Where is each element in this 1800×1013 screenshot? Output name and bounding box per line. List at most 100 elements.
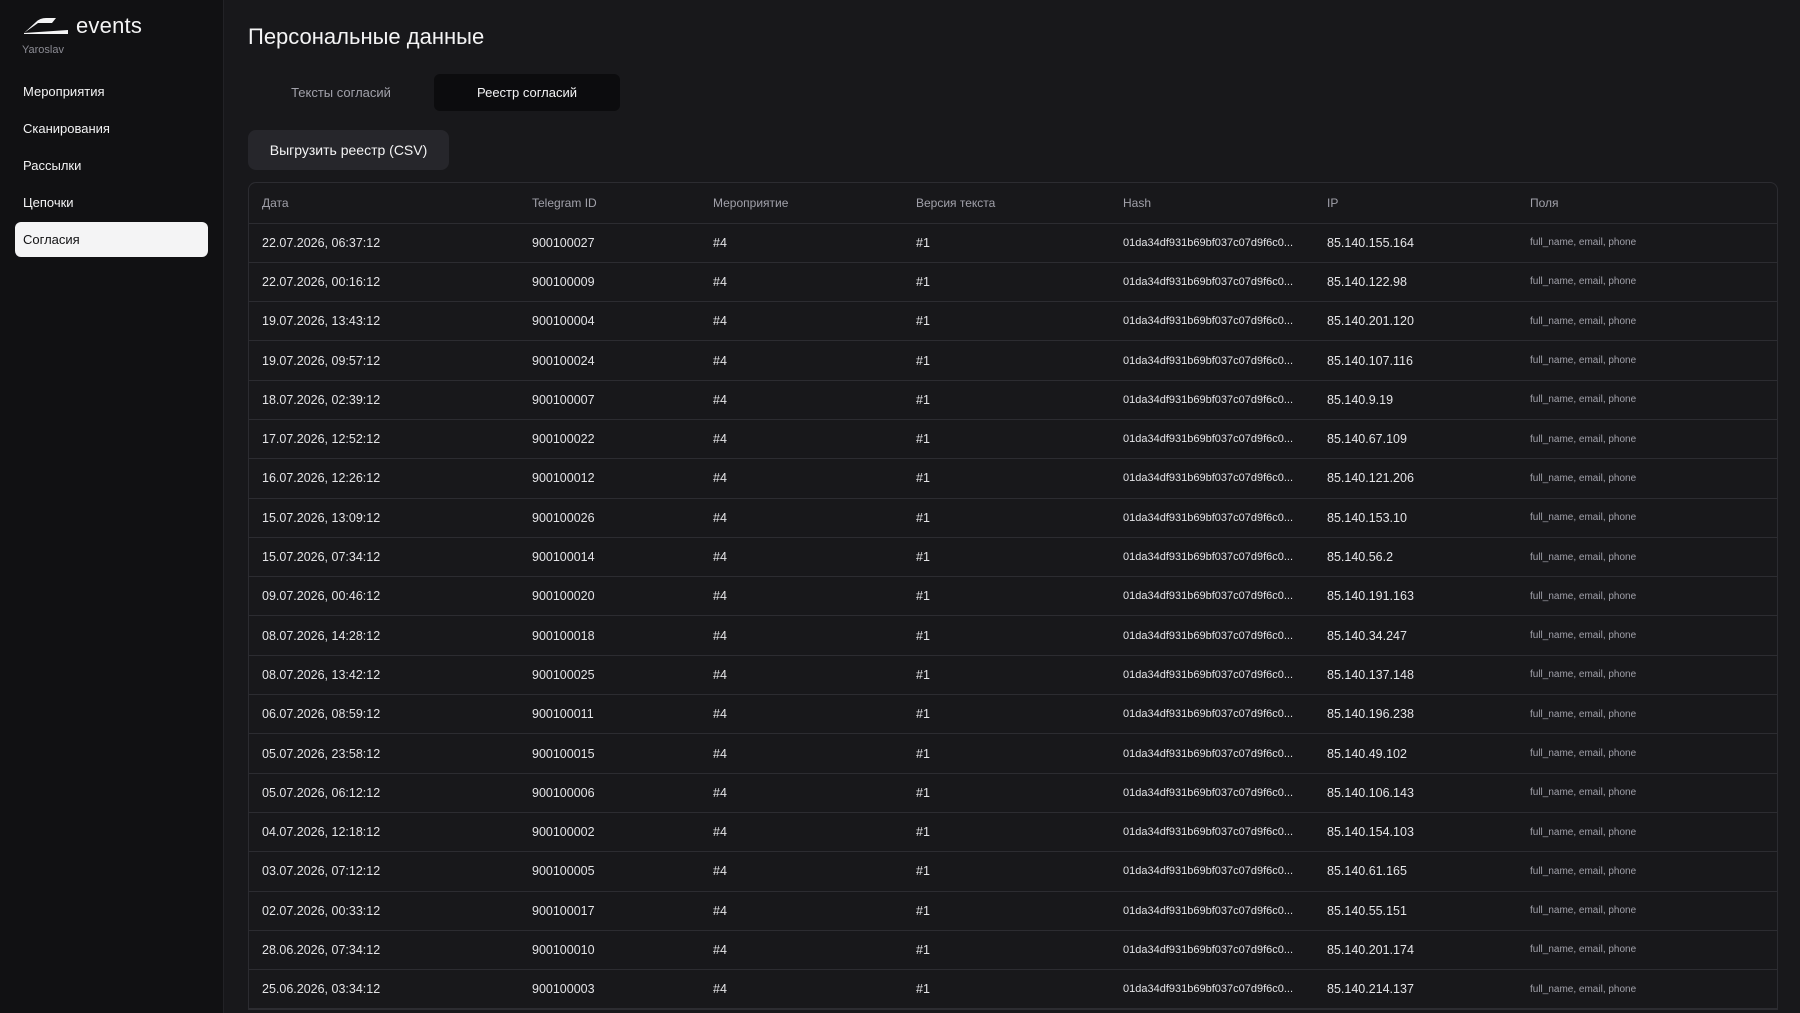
sidebar-item-mailings[interactable]: Рассылки [15, 148, 208, 183]
cell-event: #4 [700, 223, 903, 263]
tab-consent-texts[interactable]: Тексты согласий [248, 74, 434, 111]
table-row[interactable]: 16.07.2026, 12:26:12 900100012 #4 #1 01da34d… [249, 458, 1777, 499]
cell-ip: 85.140.9.19 [1314, 380, 1517, 420]
cell-event: #4 [700, 930, 903, 971]
table-row[interactable]: 09.07.2026, 00:46:12 900100020 #4 #1 01da34d… [249, 576, 1777, 617]
sidebar-item-consents[interactable]: Согласия [15, 222, 208, 257]
cell-text-version: #1 [903, 969, 1110, 1010]
cell-hash: 01da34df931b69bf037c07d9f6c0... [1110, 773, 1314, 813]
table-row[interactable]: 18.07.2026, 02:39:12 900100007 #4 #1 01da34d… [249, 380, 1777, 420]
table-row[interactable]: 03.07.2026, 07:12:12 900100005 #4 #1 01da34d… [249, 851, 1777, 892]
table-row[interactable]: 25.06.2026, 03:34:12 900100003 #4 #1 01da34d… [249, 969, 1777, 1010]
cell-telegram-id: 900100018 [519, 615, 700, 656]
cell-date: 18.07.2026, 02:39:12 [249, 380, 519, 420]
cell-hash: 01da34df931b69bf037c07d9f6c0... [1110, 891, 1314, 931]
cell-telegram-id: 900100015 [519, 733, 700, 774]
table-row[interactable]: 02.07.2026, 00:33:12 900100017 #4 #1 01da34d… [249, 891, 1777, 931]
table-row[interactable]: 06.07.2026, 08:59:12 900100011 #4 #1 01da34d… [249, 694, 1777, 735]
cell-hash: 01da34df931b69bf037c07d9f6c0... [1110, 615, 1314, 656]
cell-hash: 01da34df931b69bf037c07d9f6c0... [1110, 419, 1314, 460]
cell-event: #4 [700, 537, 903, 578]
sidebar-item-events[interactable]: Мероприятия [15, 74, 208, 109]
cell-event: #4 [700, 969, 903, 1010]
export-csv-button[interactable]: Выгрузить реестр (CSV) [248, 130, 449, 170]
table-row[interactable]: 04.07.2026, 12:18:12 900100002 #4 #1 01da34d… [249, 812, 1777, 853]
cell-hash: 01da34df931b69bf037c07d9f6c0... [1110, 380, 1314, 420]
cell-telegram-id: 900100009 [519, 262, 700, 303]
cell-text-version: #1 [903, 733, 1110, 774]
cell-hash: 01da34df931b69bf037c07d9f6c0... [1110, 733, 1314, 774]
column-header-date[interactable]: Дата [249, 183, 519, 224]
cell-telegram-id: 900100014 [519, 537, 700, 578]
events-logo-icon [22, 16, 70, 36]
table-row[interactable]: 28.06.2026, 07:34:12 900100010 #4 #1 01da34d… [249, 930, 1777, 971]
table-row[interactable]: 17.07.2026, 12:52:12 900100022 #4 #1 01da34d… [249, 419, 1777, 460]
table-row[interactable]: 15.07.2026, 13:09:12 900100026 #4 #1 01da34d… [249, 498, 1777, 538]
page-title: Персональные данные [248, 24, 485, 49]
cell-date: 08.07.2026, 14:28:12 [249, 615, 519, 656]
cell-fields: full_name, email, phone [1517, 419, 1777, 460]
cell-ip: 85.140.214.137 [1314, 969, 1517, 1010]
cell-text-version: #1 [903, 891, 1110, 931]
cell-text-version: #1 [903, 812, 1110, 853]
table-row[interactable]: 15.07.2026, 07:34:12 900100014 #4 #1 01da34d… [249, 537, 1777, 578]
table-row[interactable]: 19.07.2026, 09:57:12 900100024 #4 #1 01da34d… [249, 340, 1777, 381]
column-header-text-version[interactable]: Версия текста [903, 183, 1110, 224]
table-row[interactable]: 05.07.2026, 06:12:12 900100006 #4 #1 01da34d… [249, 773, 1777, 813]
column-header-ip[interactable]: IP [1314, 183, 1517, 224]
cell-fields: full_name, email, phone [1517, 773, 1777, 813]
cell-telegram-id: 900100003 [519, 969, 700, 1010]
sidebar-item-scans[interactable]: Сканирования [15, 111, 208, 146]
user-name: Yaroslav [22, 44, 64, 56]
cell-fields: full_name, email, phone [1517, 223, 1777, 263]
brand[interactable]: events [15, 13, 208, 38]
sidebar-nav: Мероприятия Сканирования Рассылки Цепочк… [15, 74, 208, 257]
cell-ip: 85.140.107.116 [1314, 340, 1517, 381]
cell-event: #4 [700, 615, 903, 656]
column-header-fields[interactable]: Поля [1517, 183, 1777, 224]
cell-ip: 85.140.55.151 [1314, 891, 1517, 931]
cell-ip: 85.140.155.164 [1314, 223, 1517, 263]
table-row[interactable]: 05.07.2026, 23:58:12 900100015 #4 #1 01da34d… [249, 733, 1777, 774]
cell-text-version: #1 [903, 340, 1110, 381]
cell-fields: full_name, email, phone [1517, 340, 1777, 381]
sidebar-item-label: Мероприятия [23, 84, 105, 99]
cell-date: 22.07.2026, 06:37:12 [249, 223, 519, 263]
cell-event: #4 [700, 380, 903, 420]
cell-date: 06.07.2026, 08:59:12 [249, 694, 519, 735]
cell-event: #4 [700, 812, 903, 853]
cell-event: #4 [700, 694, 903, 735]
cell-fields: full_name, email, phone [1517, 733, 1777, 774]
cell-date: 17.07.2026, 12:52:12 [249, 419, 519, 460]
cell-telegram-id: 900100006 [519, 773, 700, 813]
cell-date: 09.07.2026, 00:46:12 [249, 576, 519, 617]
cell-fields: full_name, email, phone [1517, 969, 1777, 1010]
cell-text-version: #1 [903, 655, 1110, 696]
sidebar-item-chains[interactable]: Цепочки [15, 185, 208, 220]
main-content: Персональные данные Тексты согласий Реес… [224, 0, 1800, 1013]
column-header-telegram-id[interactable]: Telegram ID [519, 183, 700, 224]
cell-fields: full_name, email, phone [1517, 380, 1777, 420]
table-row[interactable]: 19.07.2026, 13:43:12 900100004 #4 #1 01da34d… [249, 301, 1777, 342]
column-header-hash[interactable]: Hash [1110, 183, 1314, 224]
table-row[interactable]: 22.07.2026, 00:16:12 900100009 #4 #1 01da34d… [249, 262, 1777, 303]
cell-hash: 01da34df931b69bf037c07d9f6c0... [1110, 576, 1314, 617]
cell-text-version: #1 [903, 498, 1110, 538]
table-row[interactable]: 08.07.2026, 13:42:12 900100025 #4 #1 01da34d… [249, 655, 1777, 696]
cell-event: #4 [700, 301, 903, 342]
cell-event: #4 [700, 891, 903, 931]
cell-fields: full_name, email, phone [1517, 655, 1777, 696]
brand-name: events [76, 13, 143, 38]
cell-date: 22.07.2026, 00:16:12 [249, 262, 519, 303]
tab-consent-registry[interactable]: Реестр согласий [434, 74, 620, 111]
cell-date: 16.07.2026, 12:26:12 [249, 458, 519, 499]
cell-telegram-id: 900100002 [519, 812, 700, 853]
column-header-event[interactable]: Мероприятие [700, 183, 903, 224]
table-row[interactable]: 08.07.2026, 14:28:12 900100018 #4 #1 01da34d… [249, 615, 1777, 656]
table-row[interactable]: 22.07.2026, 06:37:12 900100027 #4 #1 01da34d… [249, 223, 1777, 263]
cell-ip: 85.140.121.206 [1314, 458, 1517, 499]
cell-fields: full_name, email, phone [1517, 851, 1777, 892]
cell-telegram-id: 900100024 [519, 340, 700, 381]
cell-telegram-id: 900100011 [519, 694, 700, 735]
cell-telegram-id: 900100026 [519, 498, 700, 538]
